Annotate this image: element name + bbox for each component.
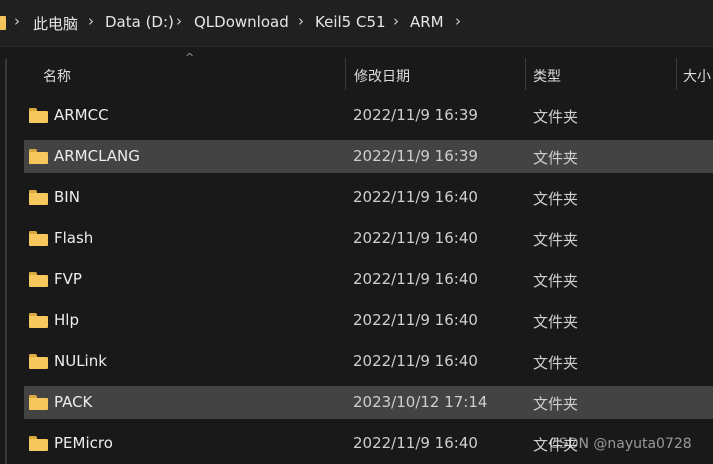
file-type: 文件夹: [533, 272, 579, 290]
chevron-right-icon[interactable]: ›: [14, 12, 20, 30]
sort-up-icon: ^: [185, 51, 195, 64]
chevron-right-icon[interactable]: ›: [176, 12, 182, 30]
file-date: 2022/11/9 16:39: [353, 106, 478, 124]
file-row[interactable]: Flash 2022/11/9 16:40 文件夹: [24, 222, 713, 255]
file-row[interactable]: PACK 2023/10/12 17:14 文件夹: [24, 386, 713, 419]
file-name: ARMCLANG: [54, 147, 140, 165]
folder-icon: [29, 395, 48, 410]
column-divider[interactable]: [525, 58, 526, 90]
address-bar[interactable]: › 此电脑 › Data (D:) › QLDownload › Keil5 C…: [0, 0, 713, 47]
folder-icon: [29, 190, 48, 205]
file-row[interactable]: ARMCC 2022/11/9 16:39 文件夹: [24, 99, 713, 132]
file-type: 文件夹: [533, 149, 579, 167]
navigation-scrollbar[interactable]: [5, 59, 7, 464]
file-name: PEMicro: [54, 434, 113, 452]
file-type: 文件夹: [533, 313, 579, 331]
file-name: PACK: [54, 393, 93, 411]
file-name: NULink: [54, 352, 107, 370]
file-date: 2022/11/9 16:40: [353, 311, 478, 329]
file-date: 2022/11/9 16:40: [353, 352, 478, 370]
folder-icon: [29, 108, 48, 123]
file-row[interactable]: BIN 2022/11/9 16:40 文件夹: [24, 181, 713, 214]
file-name: ARMCC: [54, 106, 109, 124]
watermark: CSDN @nayuta0728: [549, 436, 692, 452]
column-name[interactable]: 名称: [43, 66, 71, 86]
file-row[interactable]: NULink 2022/11/9 16:40 文件夹: [24, 345, 713, 378]
file-name: BIN: [54, 188, 80, 206]
chevron-right-icon[interactable]: ›: [455, 12, 461, 30]
file-name: Flash: [54, 229, 94, 247]
column-divider[interactable]: [676, 58, 677, 90]
column-header: ^ 名称 修改日期 类型 大小: [14, 47, 713, 97]
folder-icon: [29, 149, 48, 164]
chevron-right-icon[interactable]: ›: [393, 12, 399, 30]
breadcrumb-this-pc[interactable]: 此电脑: [33, 13, 78, 34]
column-date-modified[interactable]: 修改日期: [354, 66, 410, 86]
file-date: 2023/10/12 17:14: [353, 393, 488, 411]
folder-icon: [29, 354, 48, 369]
file-date: 2022/11/9 16:40: [353, 270, 478, 288]
chevron-right-icon[interactable]: ›: [88, 12, 94, 30]
folder-icon: [29, 313, 48, 328]
chevron-right-icon[interactable]: ›: [298, 12, 304, 30]
file-name: FVP: [54, 270, 82, 288]
file-type: 文件夹: [533, 231, 579, 249]
folder-icon: [29, 231, 48, 246]
folder-icon: [29, 436, 48, 451]
file-row[interactable]: ARMCLANG 2022/11/9 16:39 文件夹: [24, 140, 713, 173]
column-divider[interactable]: [345, 58, 346, 90]
file-date: 2022/11/9 16:40: [353, 188, 478, 206]
file-row[interactable]: Hlp 2022/11/9 16:40 文件夹: [24, 304, 713, 337]
column-size[interactable]: 大小: [683, 66, 711, 86]
file-type: 文件夹: [533, 395, 579, 413]
file-date: 2022/11/9 16:40: [353, 229, 478, 247]
folder-icon: [0, 16, 6, 30]
file-date: 2022/11/9 16:40: [353, 434, 478, 452]
file-name: Hlp: [54, 311, 79, 329]
column-type[interactable]: 类型: [533, 66, 561, 86]
navigation-pane: [0, 47, 14, 464]
file-date: 2022/11/9 16:39: [353, 147, 478, 165]
breadcrumb-keil5[interactable]: Keil5 C51: [315, 13, 386, 31]
file-type: 文件夹: [533, 190, 579, 208]
breadcrumb-data-drive[interactable]: Data (D:): [105, 13, 174, 31]
file-type: 文件夹: [533, 108, 579, 126]
breadcrumb-arm[interactable]: ARM: [410, 13, 444, 31]
file-type: 文件夹: [533, 354, 579, 372]
folder-icon: [29, 272, 48, 287]
file-row[interactable]: FVP 2022/11/9 16:40 文件夹: [24, 263, 713, 296]
breadcrumb-qldownload[interactable]: QLDownload: [194, 13, 289, 31]
